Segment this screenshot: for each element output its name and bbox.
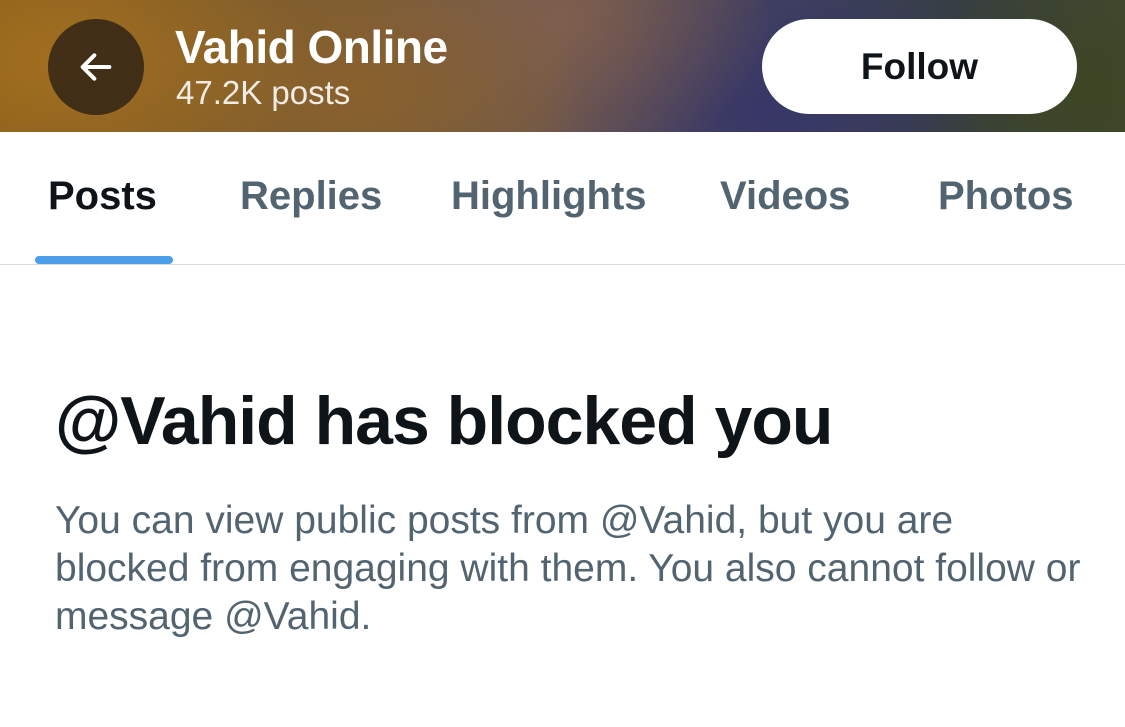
follow-button[interactable]: Follow [762, 19, 1077, 114]
tab-photos[interactable]: Photos [938, 174, 1074, 219]
post-count: 47.2K posts [176, 74, 351, 111]
account-name: Vahid Online [175, 21, 448, 73]
profile-tabs: Posts Replies Highlights Videos Photos [0, 132, 1125, 265]
tab-highlights[interactable]: Highlights [451, 174, 647, 219]
tab-posts[interactable]: Posts [48, 174, 157, 219]
blocked-title: @Vahid has blocked you [55, 383, 833, 459]
tab-replies[interactable]: Replies [240, 174, 382, 219]
tab-videos[interactable]: Videos [720, 174, 850, 219]
profile-header: Vahid Online 47.2K posts Follow [0, 0, 1125, 132]
arrow-left-icon [80, 53, 112, 81]
active-tab-indicator [35, 256, 173, 264]
back-button[interactable] [48, 19, 144, 115]
blocked-message: You can view public posts from @Vahid, b… [55, 499, 1081, 638]
